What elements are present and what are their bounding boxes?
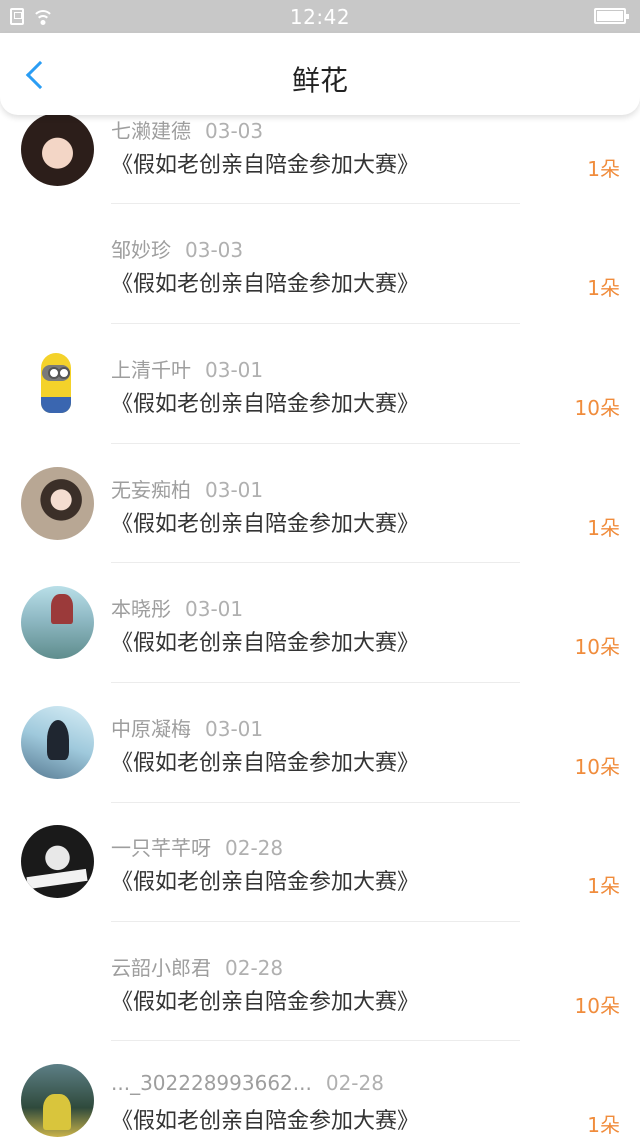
flower-count: 1朵 (587, 516, 620, 540)
work-title: 《假如老创亲自陪金参加大赛》 (111, 153, 420, 178)
flower-count: 10朵 (574, 994, 620, 1018)
work-title: 《假如老创亲自陪金参加大赛》 (111, 392, 420, 417)
work-title: 《假如老创亲自陪金参加大赛》 (111, 870, 420, 895)
avatar[interactable] (21, 113, 94, 186)
send-date: 02-28 (225, 956, 284, 980)
navigation-bar: 鲜花 (0, 33, 640, 115)
sender-name: 中原凝梅 (111, 717, 191, 741)
divider (111, 203, 520, 204)
list-item[interactable]: 一只芊芊呀 02-28 《假如老创亲自陪金参加大赛》 1朵 (0, 825, 640, 950)
flower-count: 1朵 (587, 276, 620, 300)
sender-name: 无妄痴柏 (111, 478, 191, 502)
sender-name: 上清千叶 (111, 358, 191, 382)
sender-name: 七濑建德 (111, 119, 191, 143)
list-item[interactable]: 上清千叶 03-01 《假如老创亲自陪金参加大赛》 10朵 (0, 352, 640, 472)
send-date: 03-01 (205, 478, 264, 502)
avatar[interactable] (21, 1064, 94, 1137)
work-title: 《假如老创亲自陪金参加大赛》 (111, 751, 420, 776)
sender-name: ..._302228993662... (111, 1071, 312, 1095)
flower-count: 1朵 (587, 157, 620, 181)
flower-count: 10朵 (574, 755, 620, 779)
work-title: 《假如老创亲自陪金参加大赛》 (111, 990, 420, 1015)
divider (111, 443, 520, 444)
flower-count: 10朵 (574, 396, 620, 420)
avatar[interactable] (21, 586, 94, 659)
sender-name: 邹妙珍 (111, 238, 171, 262)
avatar[interactable] (21, 347, 94, 420)
page-title: 鲜花 (291, 64, 348, 97)
status-bar: 12:42 (0, 0, 640, 33)
send-date: 02-28 (225, 836, 284, 860)
divider (111, 562, 520, 563)
work-title: 《假如老创亲自陪金参加大赛》 (111, 512, 420, 537)
flower-list: 七濑建德 03-03 《假如老创亲自陪金参加大赛》 1朵 邹妙珍 03-03 《假如… (0, 0, 640, 1138)
flower-count: 10朵 (574, 635, 620, 659)
divider (111, 1040, 520, 1041)
list-item[interactable]: 云韶小郎君 02-28 《假如老创亲自陪金参加大赛》 10朵 (0, 950, 640, 1070)
list-item[interactable]: 无妄痴柏 03-01 《假如老创亲自陪金参加大赛》 1朵 (0, 467, 640, 592)
avatar[interactable] (21, 706, 94, 779)
work-title: 《假如老创亲自陪金参加大赛》 (111, 272, 420, 297)
sender-name: 一只芊芊呀 (111, 836, 211, 860)
status-time: 12:42 (289, 5, 351, 29)
flower-count: 1朵 (587, 874, 620, 898)
avatar[interactable] (21, 467, 94, 540)
list-item[interactable]: 邹妙珍 03-03 《假如老创亲自陪金参加大赛》 1朵 (0, 232, 640, 352)
send-date: 03-03 (205, 119, 264, 143)
divider (111, 323, 520, 324)
minion-avatar-icon (21, 347, 94, 420)
flower-count: 1朵 (587, 1113, 620, 1137)
sender-name: 本晓彤 (111, 597, 171, 621)
sender-name: 云韶小郎君 (111, 956, 211, 980)
divider (111, 921, 520, 922)
work-title: 《假如老创亲自陪金参加大赛》 (111, 1109, 420, 1134)
send-date: 03-01 (205, 717, 264, 741)
divider (111, 682, 520, 683)
work-title: 《假如老创亲自陪金参加大赛》 (111, 631, 420, 656)
divider (111, 802, 520, 803)
send-date: 03-01 (205, 358, 264, 382)
avatar[interactable] (21, 825, 94, 898)
list-item[interactable]: 七濑建德 03-03 《假如老创亲自陪金参加大赛》 1朵 (0, 113, 640, 233)
list-item[interactable]: ..._302228993662... 02-28 《假如老创亲自陪金参加大赛》 … (0, 1064, 640, 1138)
send-date: 03-01 (185, 597, 244, 621)
send-date: 02-28 (325, 1071, 384, 1095)
list-item[interactable]: 中原凝梅 03-01 《假如老创亲自陪金参加大赛》 10朵 (0, 706, 640, 831)
list-item[interactable]: 本晓彤 03-01 《假如老创亲自陪金参加大赛》 10朵 (0, 586, 640, 711)
send-date: 03-03 (185, 238, 244, 262)
battery-icon (594, 8, 629, 24)
